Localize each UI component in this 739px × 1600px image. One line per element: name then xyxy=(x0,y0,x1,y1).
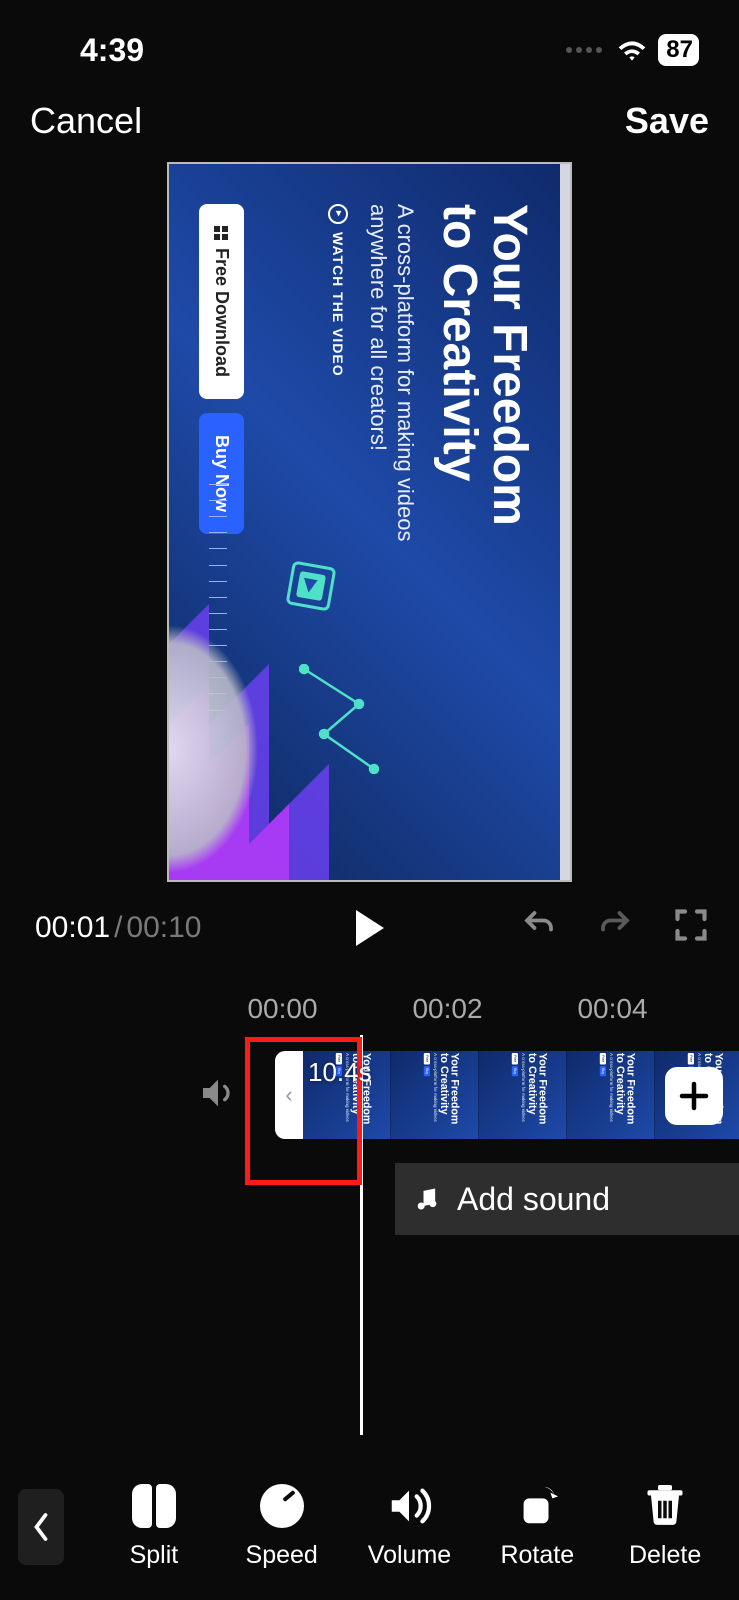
split-tool[interactable]: Split xyxy=(90,1483,218,1570)
speed-icon xyxy=(260,1484,304,1528)
speaker-icon xyxy=(198,1073,238,1113)
track-audio-button[interactable] xyxy=(198,1073,238,1118)
preview-robot-hand xyxy=(169,624,259,874)
redo-button[interactable] xyxy=(597,907,633,948)
preview-subtitle: A cross-platform for making videos anywh… xyxy=(364,204,419,624)
video-preview[interactable]: Your Freedomto Creativity A cross-platfo… xyxy=(167,162,572,882)
ruler-tick-0: 00:00 xyxy=(200,993,365,1025)
ruler-tick-1: 00:02 xyxy=(365,993,530,1025)
preview-title-line2: to Creativity xyxy=(433,204,486,481)
add-clip-button[interactable] xyxy=(665,1067,723,1125)
status-bar: 4:39 87 xyxy=(0,0,739,80)
clip-thumbnail: Your Freedomto CreativityA cross-platfor… xyxy=(391,1051,479,1139)
add-sound-button[interactable]: Add sound xyxy=(395,1163,739,1235)
split-icon xyxy=(132,1484,176,1528)
timecode: 00:01/00:10 xyxy=(35,911,202,945)
clip-thumbnail: Your Freedomto CreativityA cross-platfor… xyxy=(567,1051,655,1139)
split-label: Split xyxy=(130,1541,179,1570)
delete-tool[interactable]: Delete xyxy=(601,1483,729,1570)
save-button[interactable]: Save xyxy=(625,100,709,142)
rotate-label: Rotate xyxy=(500,1541,574,1570)
volume-label: Volume xyxy=(368,1541,451,1570)
volume-icon xyxy=(382,1483,436,1529)
status-time: 4:39 xyxy=(80,32,144,69)
rotate-icon xyxy=(512,1483,562,1529)
speed-label: Speed xyxy=(246,1541,318,1570)
battery-level: 87 xyxy=(666,36,693,64)
preview-area: Your Freedomto Creativity A cross-platfo… xyxy=(0,152,739,882)
bottom-toolbar: Split Speed Volume Rotate Delete xyxy=(0,1469,739,1600)
preview-watch-video: ▸WATCH THE VIDEO xyxy=(328,204,348,624)
video-track-row: 10.4s ‹ Your Freedomto CreativityA cross… xyxy=(30,1045,739,1145)
chevron-left-icon xyxy=(32,1512,50,1542)
time-total: 00:10 xyxy=(126,911,201,945)
fullscreen-button[interactable] xyxy=(673,907,709,948)
undo-button[interactable] xyxy=(521,907,557,948)
play-button[interactable] xyxy=(356,910,384,946)
preview-title-line1: Your Freedom xyxy=(483,204,536,526)
time-current: 00:01 xyxy=(35,911,110,945)
preview-corner-graphic xyxy=(169,564,349,882)
play-icon xyxy=(356,910,384,946)
toolbar-back-button[interactable] xyxy=(18,1489,64,1565)
add-sound-label: Add sound xyxy=(457,1181,610,1218)
status-right: 87 xyxy=(566,34,699,66)
undo-icon xyxy=(521,907,557,943)
time-ruler: 00:00 00:02 00:04 xyxy=(0,968,739,1045)
editor-header: Cancel Save xyxy=(0,80,739,152)
fullscreen-icon xyxy=(673,907,709,943)
ruler-tick-2: 00:04 xyxy=(530,993,695,1025)
rotate-tool[interactable]: Rotate xyxy=(473,1483,601,1570)
preview-download-button: Free Download xyxy=(199,204,244,399)
signal-dots-icon xyxy=(566,47,602,53)
music-note-icon xyxy=(413,1185,441,1213)
playhead[interactable] xyxy=(360,1035,363,1435)
clip-thumbnail: Your Freedomto CreativityA cross-platfor… xyxy=(479,1051,567,1139)
trash-icon xyxy=(644,1483,686,1529)
volume-tool[interactable]: Volume xyxy=(346,1483,474,1570)
battery-indicator: 87 xyxy=(658,34,699,66)
wifi-icon xyxy=(616,38,648,62)
delete-label: Delete xyxy=(629,1541,701,1570)
plus-icon xyxy=(676,1078,712,1114)
playback-controls: 00:01/00:10 xyxy=(0,882,739,968)
clip-duration: 10.4s xyxy=(308,1057,372,1088)
speed-tool[interactable]: Speed xyxy=(218,1483,346,1570)
cancel-button[interactable]: Cancel xyxy=(30,100,142,142)
redo-icon xyxy=(597,907,633,943)
clip-trim-handle-left[interactable]: ‹ xyxy=(275,1051,303,1139)
timeline: 10.4s ‹ Your Freedomto CreativityA cross… xyxy=(0,1045,739,1235)
